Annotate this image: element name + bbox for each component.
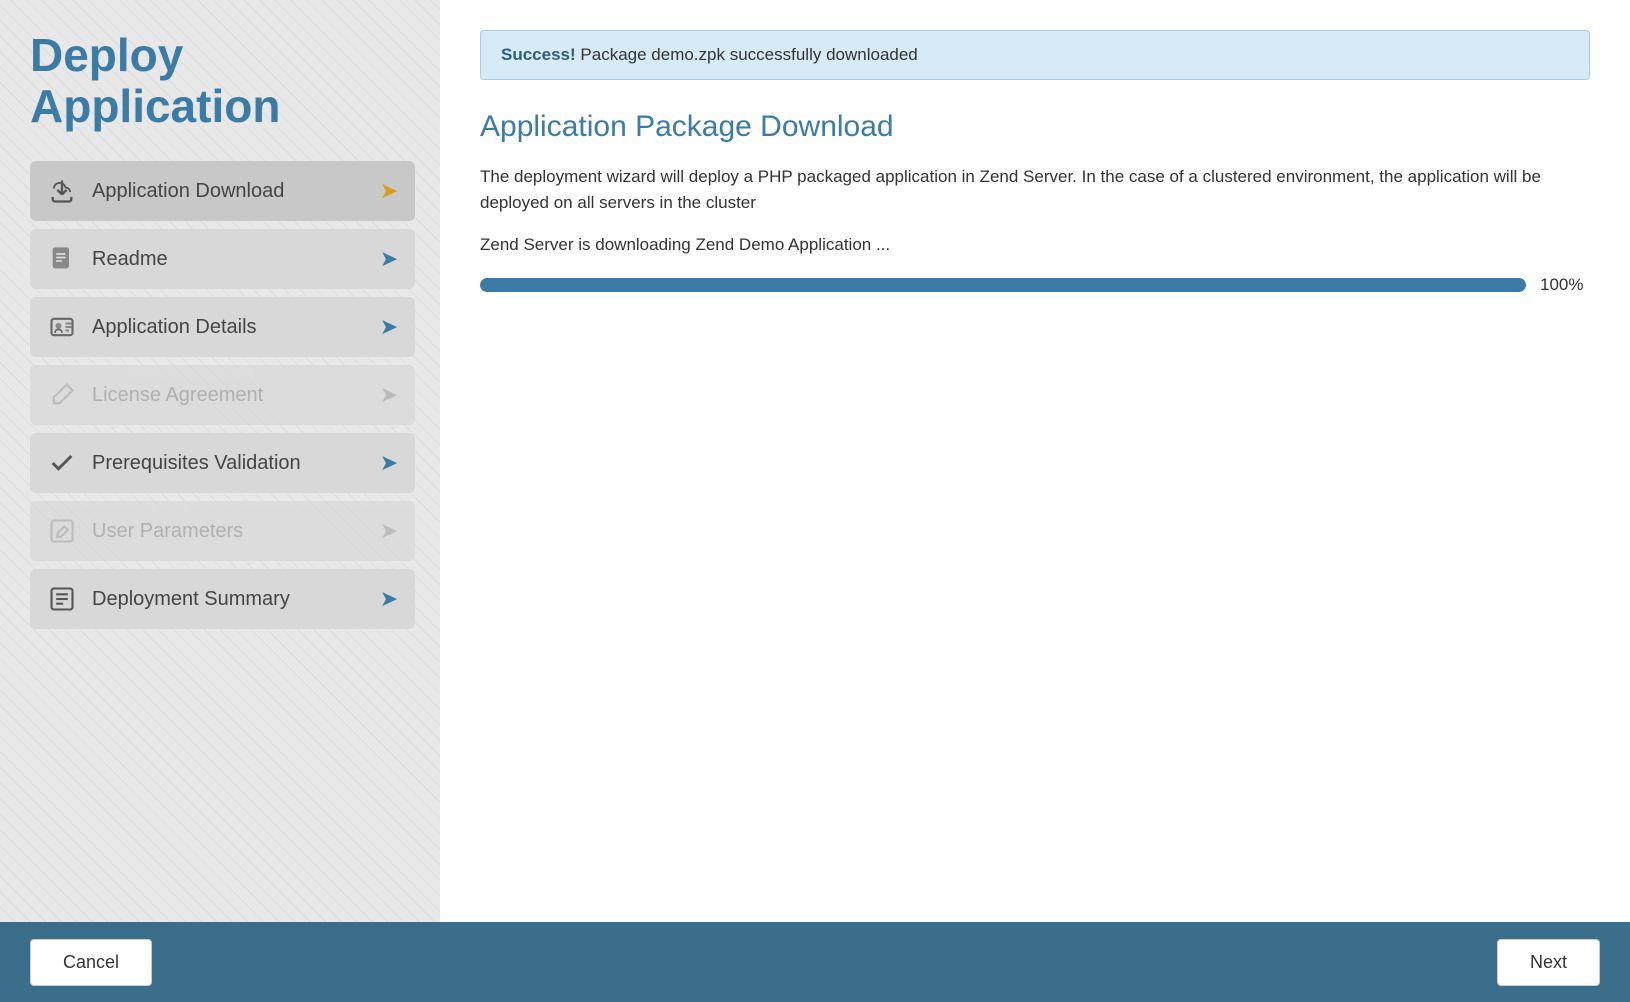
section-description: The deployment wizard will deploy a PHP … [480, 164, 1590, 215]
step-readme[interactable]: Readme ➤ [30, 229, 415, 289]
step-arrow-prerequisites-validation: ➤ [373, 447, 405, 479]
progress-container: 100% [480, 275, 1590, 295]
footer: Cancel Next [0, 922, 1630, 1002]
next-button[interactable]: Next [1497, 939, 1600, 986]
step-label-readme: Readme [92, 248, 373, 271]
step-deployment-summary[interactable]: Deployment Summary ➤ [30, 569, 415, 629]
step-user-parameters: User Parameters ➤ [30, 501, 415, 561]
success-text: Package demo.zpk successfully downloaded [580, 45, 917, 64]
checkmark-icon [44, 445, 80, 481]
step-application-download[interactable]: Application Download ➤ [30, 161, 415, 221]
step-license-agreement: License Agreement ➤ [30, 365, 415, 425]
step-label-application-download: Application Download [92, 180, 373, 203]
step-label-application-details: Application Details [92, 316, 373, 339]
steps-list: Application Download ➤ Readme ➤ [30, 161, 415, 629]
id-card-icon [44, 309, 80, 345]
step-application-details[interactable]: Application Details ➤ [30, 297, 415, 357]
file-icon [44, 241, 80, 277]
progress-bar-outer [480, 278, 1526, 292]
step-label-license-agreement: License Agreement [92, 384, 373, 407]
step-prerequisites-validation[interactable]: Prerequisites Validation ➤ [30, 433, 415, 493]
list-icon [44, 581, 80, 617]
success-banner: Success! Package demo.zpk successfully d… [480, 30, 1590, 80]
step-label-user-parameters: User Parameters [92, 520, 373, 543]
step-arrow-deployment-summary: ➤ [373, 583, 405, 615]
progress-bar-inner [480, 278, 1526, 292]
edit-box-icon [44, 513, 80, 549]
step-arrow-application-details: ➤ [373, 311, 405, 343]
cancel-button[interactable]: Cancel [30, 939, 152, 986]
page-title: Deploy Application [30, 30, 415, 131]
step-label-prerequisites-validation: Prerequisites Validation [92, 452, 373, 475]
section-title: Application Package Download [480, 110, 1590, 144]
main-panel: Success! Package demo.zpk successfully d… [440, 0, 1630, 922]
progress-label: 100% [1540, 275, 1590, 295]
pencil-icon [44, 377, 80, 413]
step-label-deployment-summary: Deployment Summary [92, 588, 373, 611]
step-arrow-application-download: ➤ [373, 175, 405, 207]
cloud-download-icon [44, 173, 80, 209]
step-arrow-license-agreement: ➤ [373, 379, 405, 411]
success-bold: Success! [501, 45, 576, 64]
download-status: Zend Server is downloading Zend Demo App… [480, 235, 1590, 255]
step-arrow-user-parameters: ➤ [373, 515, 405, 547]
step-arrow-readme: ➤ [373, 243, 405, 275]
sidebar: Deploy Application Application Download … [0, 0, 440, 922]
